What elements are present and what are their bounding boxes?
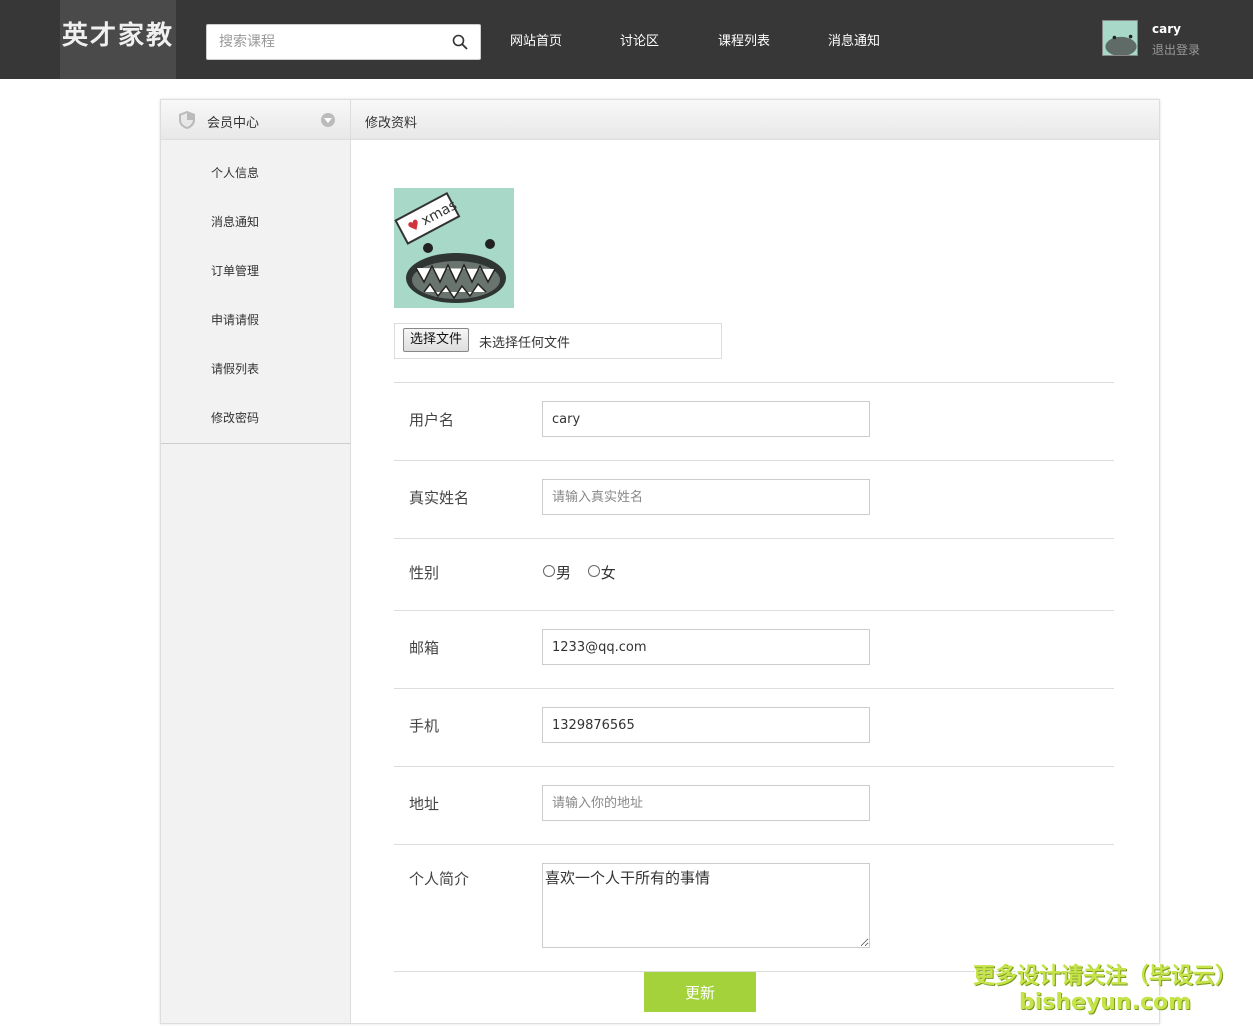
logout-link[interactable]: 退出登录 (1152, 41, 1200, 58)
divider (394, 610, 1114, 611)
realname-field[interactable] (542, 479, 870, 515)
page-title: 修改资料 (365, 116, 418, 131)
divider (394, 460, 1114, 461)
top-bar: 英才家教 网站首页 讨论区 课程列表 消息通知 cary 退出登录 (0, 0, 1253, 79)
file-status-text: 未选择任何文件 (479, 336, 571, 351)
sidebar-item-messages[interactable]: 消息通知 (211, 213, 259, 230)
sidebar-title: 会员中心 (207, 116, 260, 131)
search-input[interactable] (207, 25, 443, 59)
address-field[interactable] (542, 785, 870, 821)
sidebar-item-profile[interactable]: 个人信息 (211, 164, 259, 181)
update-button[interactable]: 更新 (644, 972, 756, 1012)
gender-male-radio[interactable] (543, 565, 555, 577)
divider (394, 382, 1114, 383)
chevron-down-icon[interactable] (321, 113, 335, 127)
sidebar-header[interactable]: 会员中心 (161, 100, 350, 140)
nav-notifications[interactable]: 消息通知 (828, 30, 880, 49)
username-field[interactable] (542, 401, 870, 437)
search-icon[interactable] (452, 34, 468, 50)
sidebar: 会员中心 个人信息 消息通知 订单管理 申请请假 请假列表 修改密码 (161, 100, 351, 1023)
user-avatar-small[interactable] (1102, 20, 1138, 56)
phone-label: 手机 (409, 717, 440, 735)
avatar-preview: xmas (394, 188, 514, 308)
bio-textarea[interactable]: 喜欢一个人干所有的事情 (542, 863, 870, 948)
content-header: 修改资料 (351, 100, 1159, 140)
realname-label: 真实姓名 (409, 489, 470, 507)
member-panel: 会员中心 个人信息 消息通知 订单管理 申请请假 请假列表 修改密码 修改资料 … (160, 99, 1160, 1024)
address-label: 地址 (409, 795, 440, 813)
file-upload: 选择文件 未选择任何文件 (394, 323, 722, 359)
gender-label: 性别 (409, 564, 440, 582)
gender-female-radio[interactable] (587, 565, 600, 577)
nav-home[interactable]: 网站首页 (510, 30, 562, 49)
gender-male-label[interactable]: 男 (556, 564, 571, 582)
gender-radio-group: 男 女 (543, 562, 628, 583)
divider (394, 688, 1114, 689)
divider (394, 538, 1114, 539)
gender-female-label[interactable]: 女 (601, 564, 616, 582)
divider (394, 766, 1114, 767)
sidebar-item-change-password[interactable]: 修改密码 (211, 409, 259, 426)
username-label: 用户名 (409, 411, 455, 429)
bio-label: 个人简介 (409, 870, 470, 888)
shield-icon (179, 111, 195, 129)
email-field[interactable] (542, 629, 870, 665)
watermark: 更多设计请关注（毕设云） bisheyun.com (970, 958, 1240, 1015)
sidebar-menu: 个人信息 消息通知 订单管理 申请请假 请假列表 修改密码 (161, 140, 350, 444)
email-label: 邮箱 (409, 639, 440, 657)
phone-field[interactable] (542, 707, 870, 743)
watermark-line2: bisheyun.com (1018, 990, 1192, 1015)
divider (394, 844, 1114, 845)
sidebar-item-leave-list[interactable]: 请假列表 (211, 360, 259, 377)
nav-courses[interactable]: 课程列表 (718, 30, 770, 49)
choose-file-button[interactable]: 选择文件 (403, 328, 470, 352)
sidebar-item-leave-apply[interactable]: 申请请假 (211, 311, 259, 328)
header-username[interactable]: cary (1152, 22, 1181, 36)
nav-forum[interactable]: 讨论区 (620, 30, 659, 49)
sidebar-item-orders[interactable]: 订单管理 (211, 262, 259, 279)
search-box (206, 24, 481, 60)
watermark-line1: 更多设计请关注（毕设云） (972, 964, 1237, 989)
site-logo[interactable]: 英才家教 (60, 0, 176, 79)
